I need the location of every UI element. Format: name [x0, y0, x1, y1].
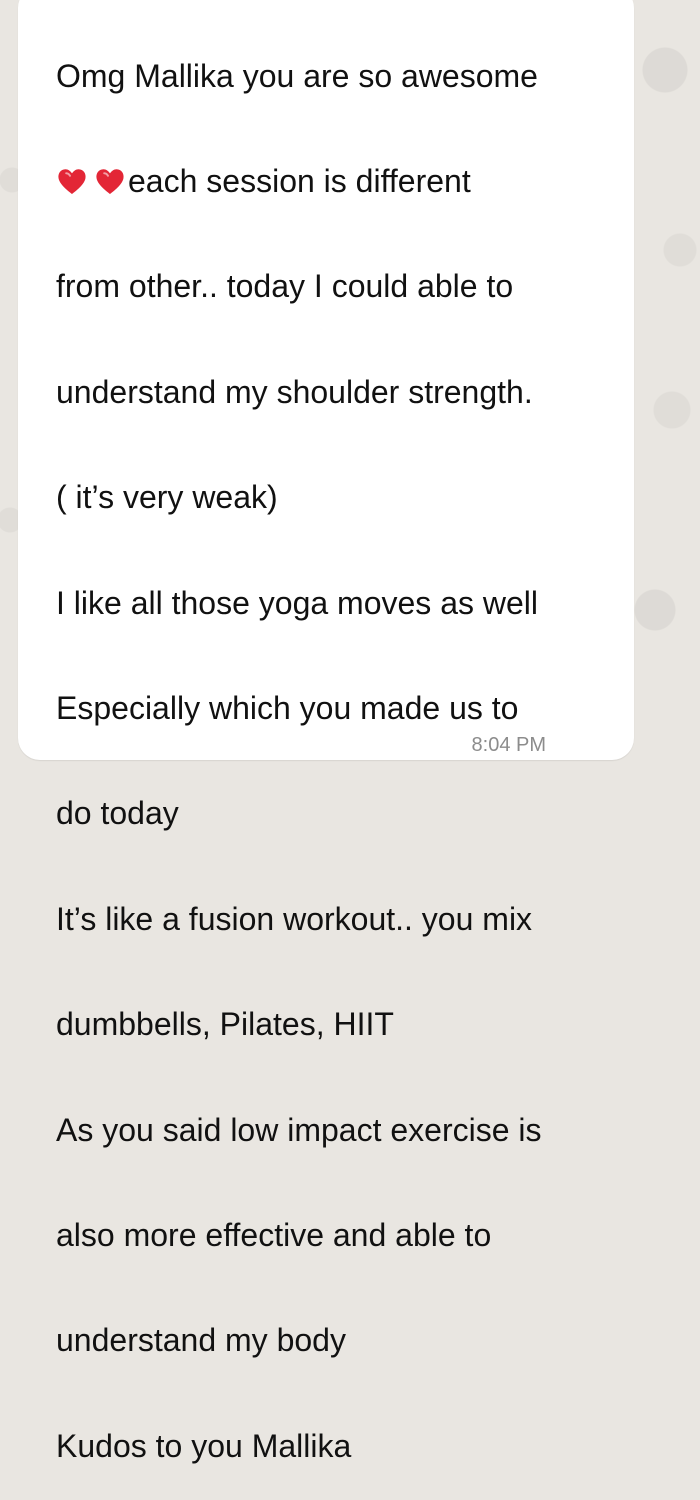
message-timestamp: 8:04 PM: [471, 734, 546, 756]
message-line-4: understand my shoulder strength.: [56, 373, 533, 410]
message-line-8: do today: [56, 795, 179, 832]
message-line-14: Kudos to you Mallika: [56, 1427, 352, 1464]
message-line-3: from other.. today I could able to: [56, 268, 514, 305]
message-line-7: Especially which you made us to: [56, 690, 519, 727]
message-line-2-text: each session is different: [128, 163, 471, 200]
message-line-9: It’s like a fusion workout.. you mix: [56, 900, 533, 937]
message-line-1: Omg Mallika you are so awesome: [56, 57, 538, 94]
message-line-10: dumbbells, Pilates, HIIT: [56, 1006, 394, 1043]
red-heart-icon: [58, 169, 86, 195]
red-heart-icon: [96, 169, 124, 195]
message-line-11: As you said low impact exercise is: [56, 1111, 542, 1148]
message-line-6: I like all those yoga moves as well: [56, 584, 538, 621]
message-line-5: ( it’s very weak): [56, 479, 278, 516]
message-line-2: each session is different: [56, 155, 626, 208]
message-line-13: understand my body: [56, 1322, 346, 1359]
message-bubble[interactable]: Omg Mallika you are so awesome each sess…: [18, 0, 634, 1464]
heart-emoji-group: [56, 165, 126, 197]
message-line-12: also more effective and able to: [56, 1217, 492, 1253]
